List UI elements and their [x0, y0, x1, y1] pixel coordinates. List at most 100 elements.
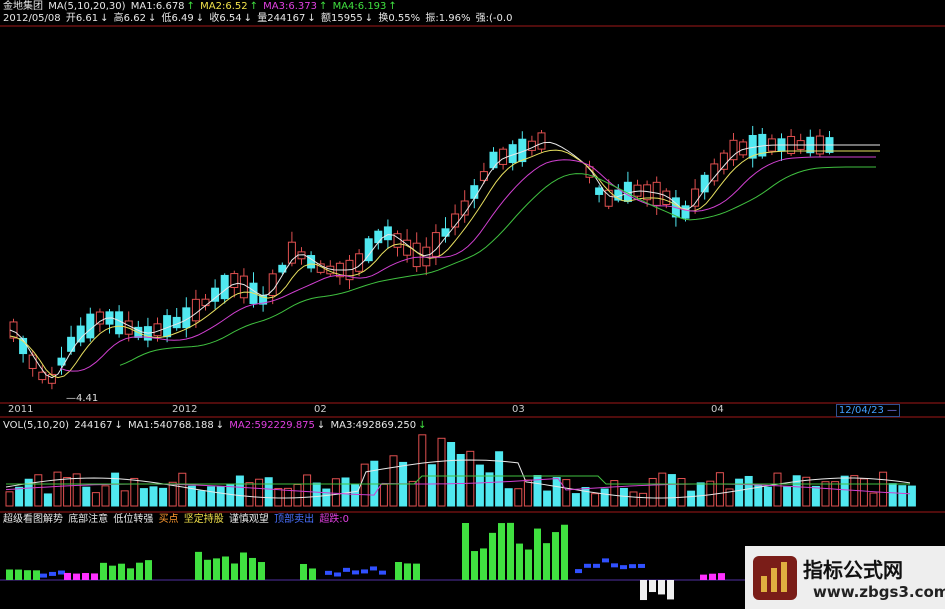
candle-body	[220, 274, 229, 300]
super-drop: 超跌:0	[319, 514, 350, 525]
indicator-bar	[379, 570, 386, 575]
indicator-bar	[136, 562, 143, 580]
indicator-bar	[611, 563, 618, 568]
volume-bar	[677, 478, 686, 507]
volume-bar	[907, 485, 916, 507]
ma-setting: MA(5,10,20,30)	[48, 1, 126, 12]
volume-bar	[264, 477, 273, 507]
indicator-bar	[195, 551, 202, 580]
indicator-bar	[325, 570, 332, 575]
indicator-bar	[498, 523, 505, 580]
volume-bar	[831, 481, 840, 507]
candle-body	[374, 230, 383, 244]
indicator-bar	[145, 560, 152, 580]
amplitude-value: 振:1.96%	[425, 13, 471, 24]
strength-value: 强:(-0.0	[475, 13, 513, 24]
volume-bar	[783, 486, 792, 507]
indicator-bar	[49, 571, 56, 576]
candle-body	[537, 132, 546, 150]
indicator-bar	[40, 573, 47, 578]
volume-bar	[53, 471, 62, 507]
cautious-watch: 谨慎观望	[228, 514, 269, 525]
volume-bar	[245, 482, 254, 507]
volume-bar	[648, 477, 657, 507]
bottom-attention: 底部注意	[68, 514, 109, 525]
volume-bar	[15, 486, 24, 507]
volume-bar	[495, 451, 504, 507]
candle-body	[489, 151, 498, 169]
volume-bar	[696, 482, 705, 507]
indicator-bar	[352, 570, 359, 575]
volume-bar	[418, 434, 427, 507]
indicator-bar	[231, 563, 238, 580]
volume-bar	[504, 488, 513, 507]
volume-bar	[706, 480, 715, 507]
volume-bar	[341, 477, 350, 507]
volume-bar	[303, 474, 312, 507]
volume-bar	[898, 485, 907, 507]
cursor-date: 12/04/23	[838, 405, 884, 416]
indicator-bar	[100, 562, 107, 580]
volume-bar	[207, 486, 216, 507]
hold-firmly: 坚定持股	[183, 514, 224, 525]
volume-bar	[293, 484, 302, 507]
candle-body	[28, 354, 37, 369]
indicator-bar	[709, 573, 716, 580]
indicator-bar	[300, 563, 307, 580]
moving-average-line	[9, 149, 880, 379]
indicator-bar	[395, 562, 402, 580]
volume-bar	[226, 484, 235, 507]
candle-body	[470, 185, 479, 199]
volume-bar	[178, 472, 187, 507]
volume-bar	[149, 486, 158, 507]
volume-bar	[639, 492, 648, 507]
volume-bar	[475, 464, 484, 507]
volume-bar	[120, 490, 129, 507]
candle-body	[681, 205, 690, 219]
indicator-bar	[109, 565, 116, 580]
watermark-logo-icon	[753, 556, 797, 600]
indicator-bar	[629, 564, 636, 569]
volume-bar	[159, 487, 168, 507]
indicator-bar	[667, 580, 674, 600]
date-label: 02	[314, 404, 327, 415]
volume-bar	[581, 487, 590, 507]
volume-bar	[763, 486, 772, 507]
volume-bar	[274, 487, 283, 507]
ma1-value: MA1:6.678	[130, 1, 185, 12]
volume-bar	[600, 488, 609, 507]
indicator-bar	[15, 569, 22, 580]
moving-average-line	[59, 156, 876, 372]
low-price-marker: —4.41	[66, 393, 99, 404]
candle-body	[201, 298, 210, 307]
ma3-value: MA3:6.373	[263, 1, 317, 12]
volume-bar	[456, 453, 465, 507]
volume-bar	[571, 493, 580, 507]
indicator-bar	[404, 563, 411, 580]
indicator-bar	[361, 569, 368, 574]
volume-bar	[523, 479, 532, 507]
volume-bar	[792, 475, 801, 507]
high-price: 高6.62	[113, 13, 146, 24]
low-price-value: 4.41	[76, 393, 99, 404]
volume-bar	[139, 488, 148, 507]
volume-bar	[351, 483, 360, 507]
indicator-bar	[73, 573, 80, 580]
close-price: 收6.54	[209, 13, 242, 24]
candle-body	[153, 323, 162, 337]
vol-ma1: MA1:540768.188	[128, 420, 214, 431]
volume-bar	[552, 477, 561, 507]
indicator-bar	[534, 528, 541, 580]
indicator-bar	[204, 559, 211, 580]
volume-bar	[408, 480, 417, 507]
volume-bar	[687, 490, 696, 507]
indicator-bar	[213, 558, 220, 580]
candle-body	[163, 315, 172, 338]
indicator-bar	[91, 573, 98, 580]
date-axis: 2011 2012 02 03 04	[0, 404, 945, 416]
open-price: 开6.61	[65, 13, 99, 24]
indicator-bar	[658, 580, 665, 595]
volume-bar	[629, 491, 638, 507]
vol-setting: VOL(5,10,20)	[3, 420, 70, 431]
volume-bar	[389, 455, 398, 507]
